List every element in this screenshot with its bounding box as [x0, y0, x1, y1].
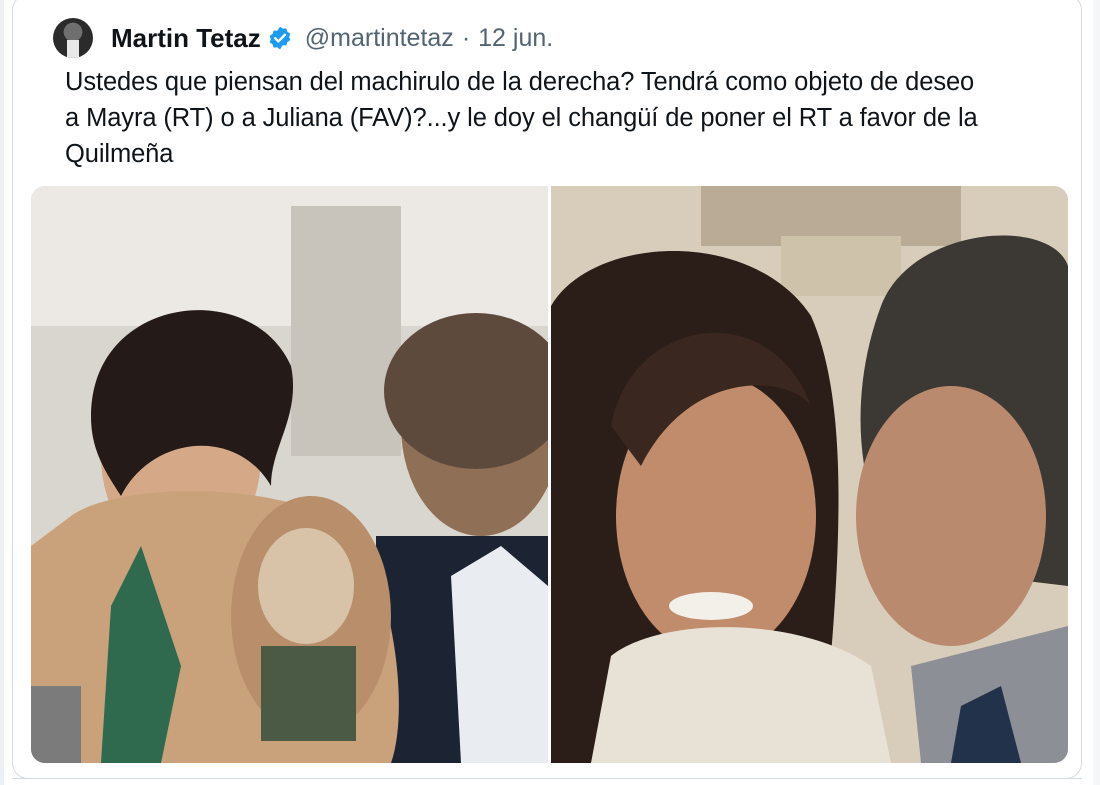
card-bottom-edge [12, 778, 1082, 779]
post-date[interactable]: 12 jun. [478, 24, 553, 53]
tweet-text-line: Quilmeña [65, 140, 174, 168]
separator-dot: · [461, 23, 471, 52]
left-border [0, 0, 4, 785]
author-handle[interactable]: @martintetaz [305, 24, 454, 53]
photo-left[interactable] [31, 186, 548, 763]
tweet-text-line: a Mayra (RT) o a Juliana (FAV)?...y le d… [65, 104, 978, 132]
verified-badge-icon [267, 25, 293, 51]
author-name[interactable]: Martin Tetaz [111, 23, 261, 54]
tweet-header: Martin Tetaz @martintetaz · 12 jun. [67, 21, 553, 55]
tweet-text: Ustedes que piensan del machirulo de la … [65, 64, 1065, 172]
tweet-card[interactable]: Martin Tetaz @martintetaz · 12 jun. Uste… [12, 0, 1082, 779]
photo-right[interactable] [551, 186, 1068, 763]
right-border [1093, 0, 1100, 785]
tweet-text-line: Ustedes que piensan del machirulo de la … [65, 68, 975, 96]
media-grid [31, 186, 1068, 763]
